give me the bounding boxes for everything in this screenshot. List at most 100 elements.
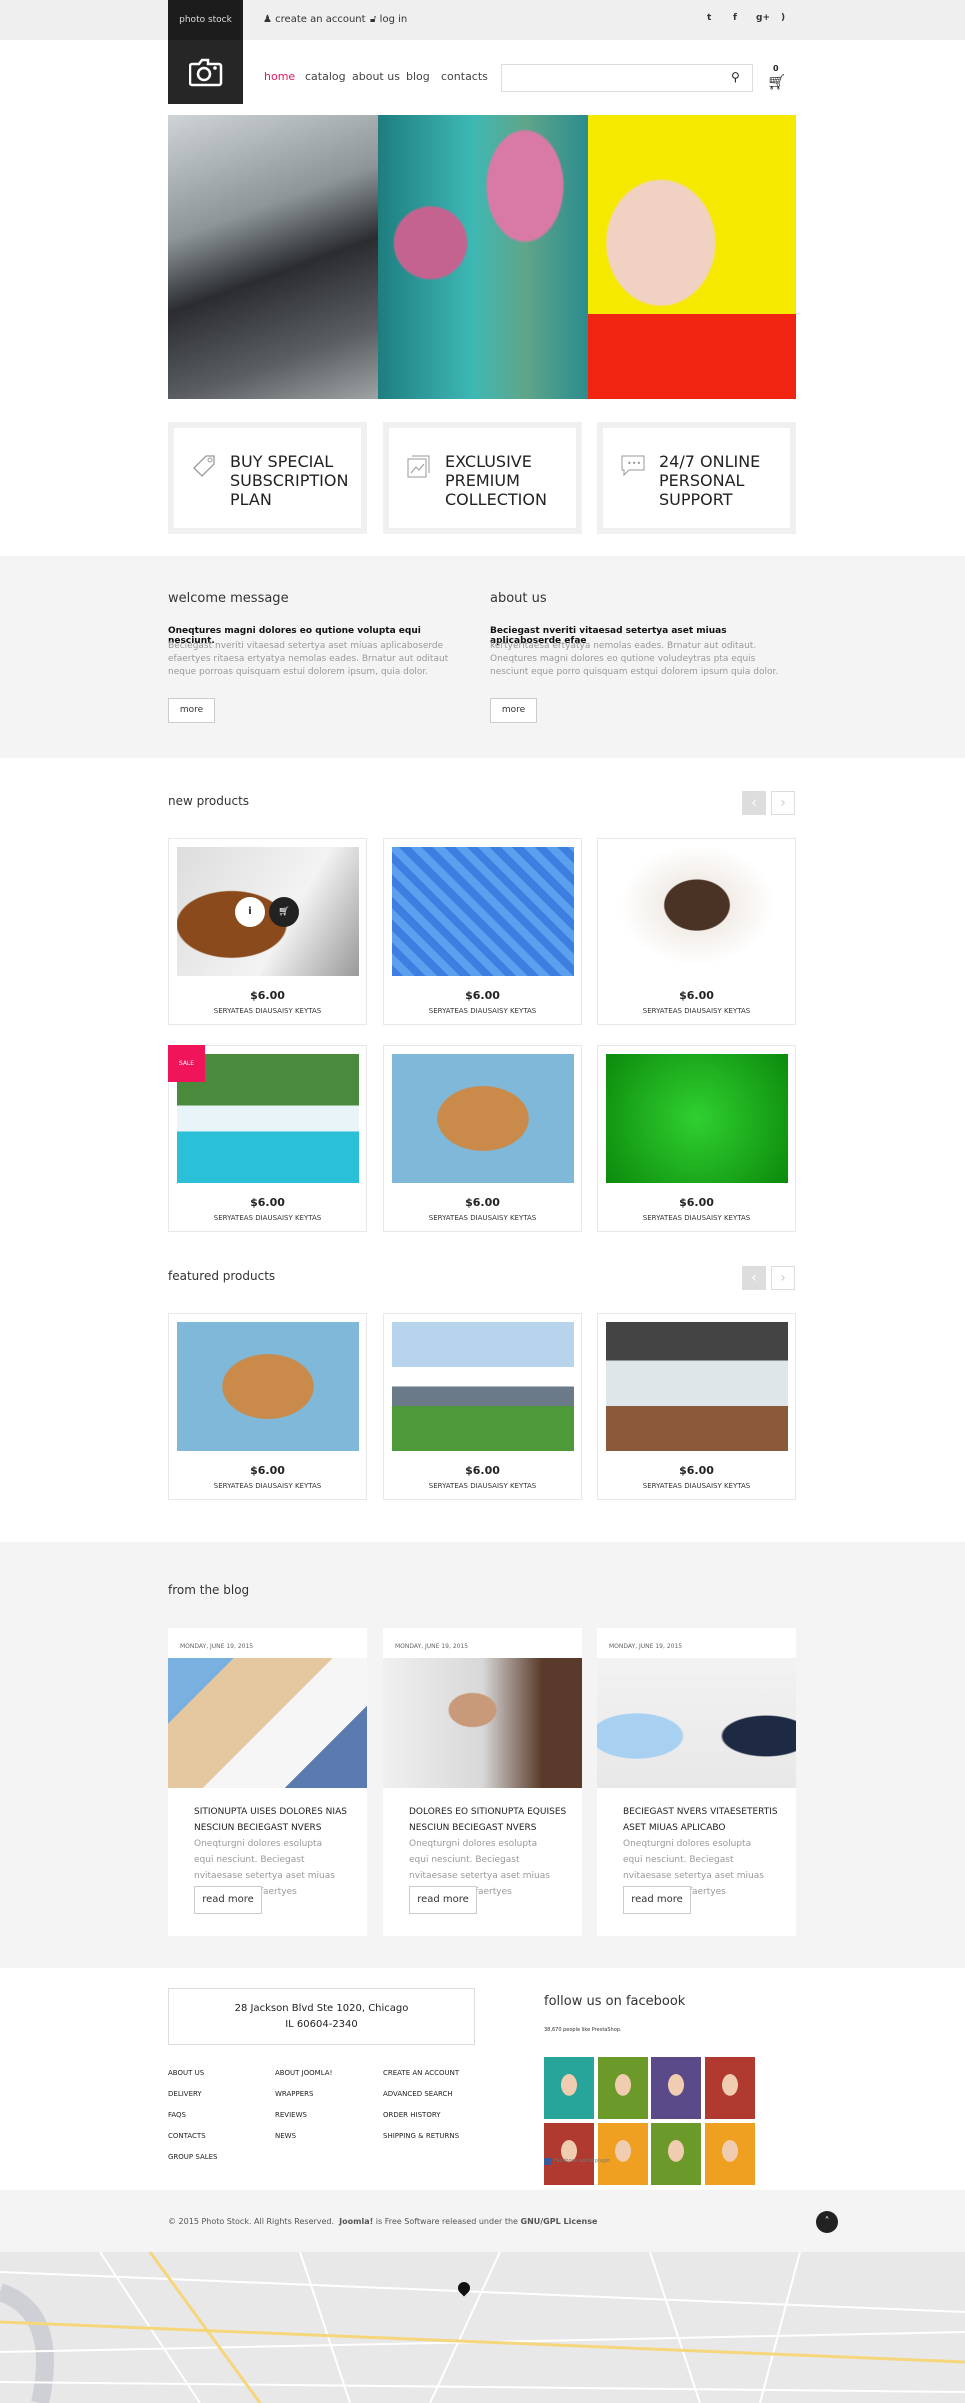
product-name[interactable]: SERYATEAS DIAUSAISY KEYTAS: [169, 1007, 366, 1015]
search-input[interactable]: [501, 64, 753, 92]
hero-tulips-image[interactable]: [378, 115, 588, 399]
product-image[interactable]: [177, 847, 359, 976]
footer-link[interactable]: FAQS: [168, 2111, 186, 2119]
footer-link[interactable]: ADVANCED SEARCH: [383, 2090, 453, 2098]
add-to-cart-icon[interactable]: 🛒︎: [269, 897, 299, 927]
feature-premium[interactable]: EXCLUSIVE PREMIUM COLLECTION: [383, 422, 582, 534]
svg-text:•••: •••: [627, 459, 641, 468]
product-name[interactable]: SERYATEAS DIAUSAISY KEYTAS: [169, 1482, 366, 1490]
facebook-fan-avatar[interactable]: [597, 2123, 648, 2185]
nav-catalog[interactable]: catalog: [305, 70, 346, 83]
welcome-more-button[interactable]: more: [168, 698, 215, 723]
featured-prev-arrow[interactable]: ‹: [742, 1266, 766, 1290]
create-account-link[interactable]: ♟ create an account: [263, 0, 366, 40]
product-card[interactable]: SALE $6.00 SERYATEAS DIAUSAISY KEYTAS: [168, 1045, 367, 1232]
footer-link[interactable]: WRAPPERS: [275, 2090, 313, 2098]
google-plus-icon[interactable]: g+: [756, 13, 770, 23]
footer-link[interactable]: NEWS: [275, 2132, 296, 2140]
login-link[interactable]: 🔓︎ log in: [370, 0, 407, 40]
product-name[interactable]: SERYATEAS DIAUSAISY KEYTAS: [384, 1482, 581, 1490]
license-link[interactable]: GNU/GPL License: [521, 2217, 598, 2226]
footer-link[interactable]: CREATE AN ACCOUNT: [383, 2069, 459, 2077]
product-name[interactable]: SERYATEAS DIAUSAISY KEYTAS: [384, 1007, 581, 1015]
footer-link[interactable]: ABOUT US: [168, 2069, 204, 2077]
info-icon[interactable]: i: [235, 897, 265, 927]
product-price: $6.00: [250, 989, 285, 1002]
twitter-icon[interactable]: t: [707, 13, 711, 23]
hero-woman-image[interactable]: [588, 115, 796, 399]
facebook-fan-avatar[interactable]: [597, 2057, 648, 2119]
product-name[interactable]: SERYATEAS DIAUSAISY KEYTAS: [598, 1214, 795, 1222]
footer-link[interactable]: SHIPPING & RETURNS: [383, 2132, 459, 2140]
product-image[interactable]: [606, 1322, 788, 1451]
product-image[interactable]: [392, 1054, 574, 1183]
footer-link[interactable]: ORDER HISTORY: [383, 2111, 441, 2119]
product-card[interactable]: $6.00 SERYATEAS DIAUSAISY KEYTAS: [597, 1313, 796, 1500]
read-more-button[interactable]: read more: [623, 1886, 691, 1914]
address-box: 28 Jackson Blvd Ste 1020, Chicago IL 6060…: [168, 1988, 475, 2045]
product-image[interactable]: [606, 1054, 788, 1183]
featured-next-arrow[interactable]: ›: [771, 1266, 795, 1290]
chat-icon: •••: [619, 452, 647, 484]
product-name[interactable]: SERYATEAS DIAUSAISY KEYTAS: [169, 1214, 366, 1222]
map[interactable]: [0, 2252, 965, 2403]
facebook-fan-avatar[interactable]: [544, 2057, 594, 2119]
search-icon[interactable]: ⚲: [731, 70, 740, 84]
read-more-button[interactable]: read more: [194, 1886, 262, 1914]
product-image[interactable]: [392, 1322, 574, 1451]
facebook-fan-avatar[interactable]: [704, 2123, 755, 2185]
logo-camera-icon[interactable]: [168, 40, 243, 104]
product-card[interactable]: $6.00 SERYATEAS DIAUSAISY KEYTAS: [383, 1313, 582, 1500]
product-image[interactable]: [392, 847, 574, 976]
post-image[interactable]: [383, 1658, 582, 1788]
blog-title: from the blog: [168, 1583, 250, 1597]
post-image[interactable]: [597, 1658, 796, 1788]
nav-home[interactable]: home: [264, 70, 295, 83]
product-card[interactable]: $6.00 SERYATEAS DIAUSAISY KEYTAS: [383, 838, 582, 1025]
product-price: $6.00: [250, 1196, 285, 1209]
post-title[interactable]: DOLORES EO SITIONUPTA EQUISES NESCIUN BE…: [409, 1804, 569, 1836]
nav-contacts[interactable]: contacts: [441, 70, 488, 83]
feature-subscription[interactable]: BUY SPECIAL SUBSCRIPTION PLAN: [168, 422, 367, 534]
about-body: kertyeritaesa ertyatya nemolas eades. Br…: [490, 641, 779, 677]
facebook-icon: [544, 2158, 551, 2165]
rss-icon[interactable]: ): [781, 13, 785, 23]
facebook-fan-avatar[interactable]: [704, 2057, 755, 2119]
tag-icon: [190, 452, 218, 484]
facebook-icon[interactable]: f: [733, 13, 737, 23]
product-card[interactable]: $6.00 SERYATEAS DIAUSAISY KEYTAS: [383, 1045, 582, 1232]
product-image[interactable]: [177, 1322, 359, 1451]
product-name[interactable]: SERYATEAS DIAUSAISY KEYTAS: [598, 1007, 795, 1015]
featured-products-title: featured products: [168, 1269, 276, 1283]
joomla-link[interactable]: Joomla!: [339, 2217, 373, 2226]
product-card[interactable]: $6.00 SERYATEAS DIAUSAISY KEYTAS: [597, 838, 796, 1025]
product-image[interactable]: [606, 847, 788, 976]
scroll-top-button[interactable]: ˄: [816, 2211, 838, 2233]
footer-link[interactable]: DELIVERY: [168, 2090, 202, 2098]
post-image[interactable]: [168, 1658, 367, 1788]
product-card[interactable]: $6.00 SERYATEAS DIAUSAISY KEYTAS: [168, 1313, 367, 1500]
about-more-button[interactable]: more: [490, 698, 537, 723]
footer-link[interactable]: GROUP SALES: [168, 2153, 218, 2161]
post-title[interactable]: BECIEGAST NVERS VITAESETERTIS ASET MIUAS…: [623, 1804, 783, 1836]
post-date: MONDAY, JUNE 19, 2015: [395, 1643, 469, 1650]
footer-link[interactable]: REVIEWS: [275, 2111, 307, 2119]
footer-link[interactable]: CONTACTS: [168, 2132, 206, 2140]
nav-about-us[interactable]: about us: [352, 70, 400, 83]
footer-link[interactable]: ABOUT JOOMLA!: [275, 2069, 332, 2077]
hero-car-image[interactable]: [168, 115, 378, 399]
facebook-fan-avatar[interactable]: [651, 2123, 701, 2185]
cart-icon[interactable]: 🛒︎: [767, 73, 786, 91]
new-next-arrow[interactable]: ›: [771, 791, 795, 815]
product-name[interactable]: SERYATEAS DIAUSAISY KEYTAS: [598, 1482, 795, 1490]
read-more-button[interactable]: read more: [409, 1886, 477, 1914]
facebook-fan-avatar[interactable]: [651, 2057, 701, 2119]
post-title[interactable]: SITIONUPTA UISES DOLORES NIAS NESCIUN BE…: [194, 1804, 354, 1836]
product-card[interactable]: i 🛒︎ $6.00 SERYATEAS DIAUSAISY KEYTAS: [168, 838, 367, 1025]
product-name[interactable]: SERYATEAS DIAUSAISY KEYTAS: [384, 1214, 581, 1222]
new-prev-arrow[interactable]: ‹: [742, 791, 766, 815]
facebook-fan-avatar[interactable]: [544, 2123, 594, 2185]
product-card[interactable]: $6.00 SERYATEAS DIAUSAISY KEYTAS: [597, 1045, 796, 1232]
feature-support[interactable]: ••• 24/7 ONLINE PERSONAL SUPPORT: [597, 422, 796, 534]
nav-blog[interactable]: blog: [406, 70, 430, 83]
